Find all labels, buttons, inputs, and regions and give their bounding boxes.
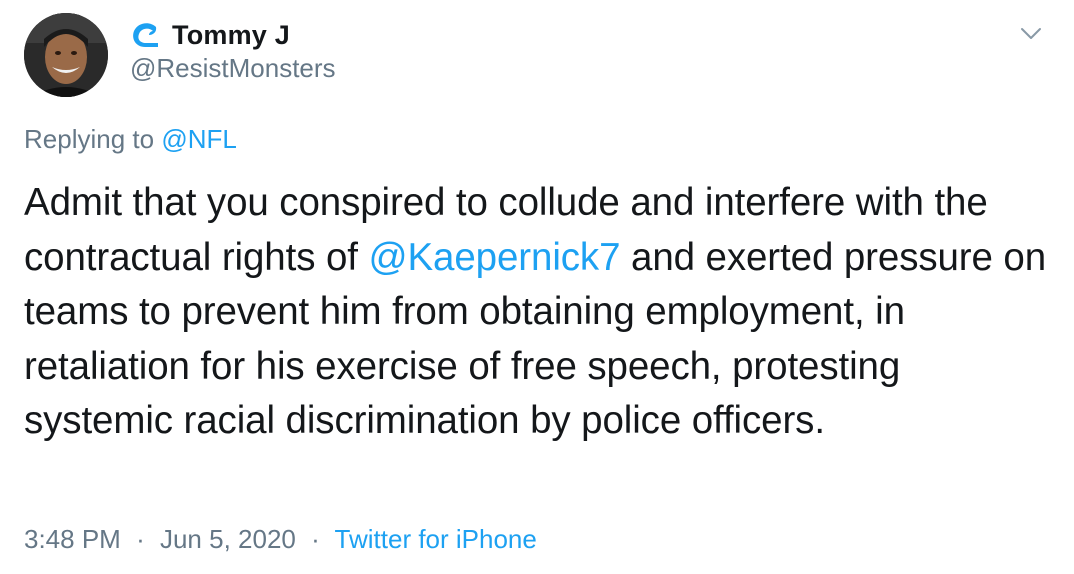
meta-separator: ·	[136, 524, 145, 554]
avatar[interactable]	[24, 13, 108, 97]
reply-context: Replying to @NFL	[24, 124, 237, 155]
tweet-date[interactable]: Jun 5, 2020	[160, 524, 296, 554]
tweet-text: Admit that you conspired to collude and …	[24, 176, 1054, 449]
tweet-mention-link[interactable]: @Kaepernick7	[368, 236, 620, 279]
reply-mention-link[interactable]: @NFL	[161, 124, 237, 154]
reply-prefix: Replying to	[24, 124, 155, 154]
profile-photo	[24, 13, 108, 97]
meta-separator: ·	[311, 524, 320, 554]
display-name[interactable]: Tommy J	[172, 20, 290, 51]
wave-icon	[130, 20, 160, 50]
user-handle[interactable]: @ResistMonsters	[130, 53, 336, 84]
user-name-row: Tommy J	[130, 17, 290, 53]
tweet-source-link[interactable]: Twitter for iPhone	[335, 524, 537, 554]
tweet-meta: 3:48 PM · Jun 5, 2020 · Twitter for iPho…	[24, 524, 537, 555]
tweet-time[interactable]: 3:48 PM	[24, 524, 121, 554]
chevron-down-icon[interactable]	[1018, 20, 1044, 46]
